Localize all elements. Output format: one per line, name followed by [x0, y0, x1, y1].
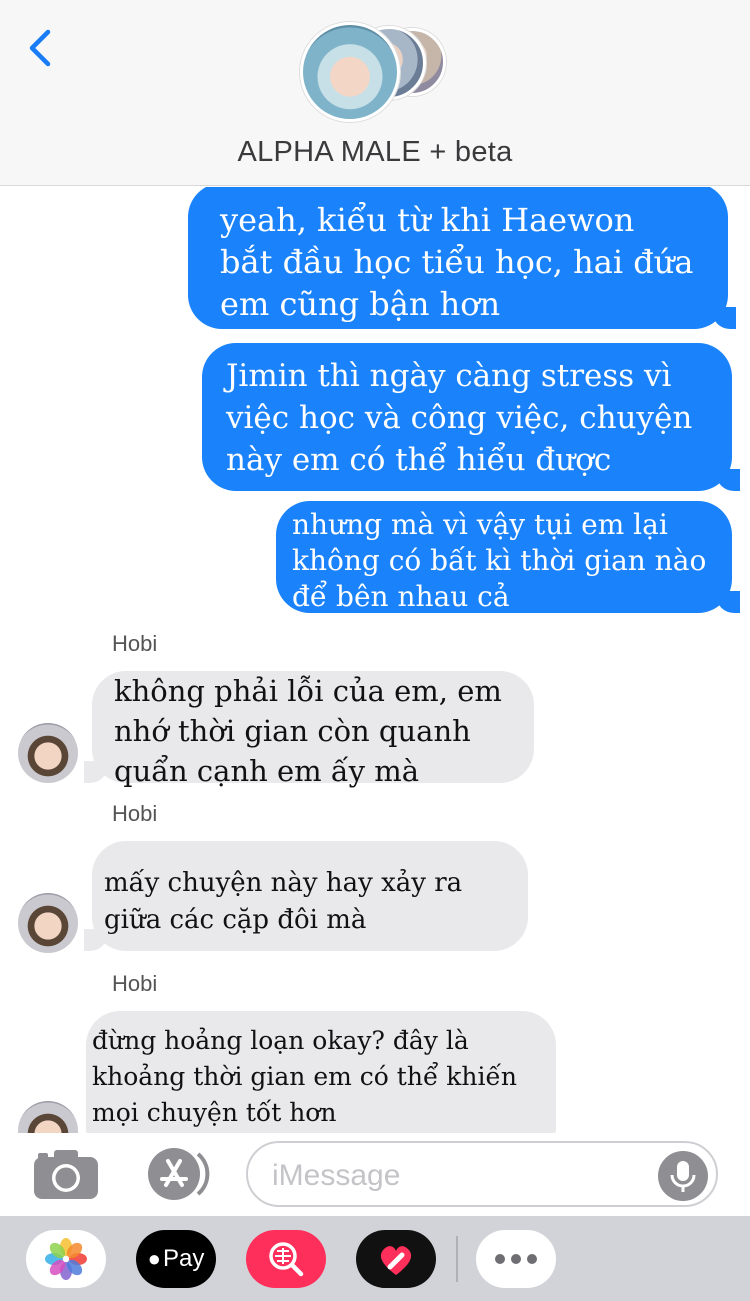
- drawer-divider: [456, 1236, 458, 1282]
- apple-logo-icon: ●: [147, 1246, 161, 1271]
- message-line: này em có thể hiểu được: [226, 442, 612, 478]
- avatar[interactable]: [18, 723, 78, 783]
- apple-pay-label: Pay: [162, 1245, 205, 1272]
- web-search-icon[interactable]: [246, 1230, 326, 1288]
- photos-icon[interactable]: [26, 1230, 106, 1288]
- message-input[interactable]: iMessage: [246, 1141, 718, 1207]
- more-icon[interactable]: [476, 1230, 556, 1288]
- microphone-icon[interactable]: [658, 1151, 708, 1201]
- message-line: mọi chuyện tốt hơn: [92, 1098, 337, 1127]
- outgoing-message[interactable]: yeah, kiểu từ khi Haewon bắt đầu học tiể…: [188, 187, 736, 329]
- message-line: Jimin thì ngày càng stress vì: [226, 358, 672, 394]
- incoming-message[interactable]: đừng hoảng loạn okay? đây là khoảng thời…: [86, 1011, 556, 1133]
- message-line: để bên nhau cả: [292, 580, 510, 613]
- message-line: đừng hoảng loạn okay? đây là: [92, 1026, 469, 1055]
- message-line: nhớ thời gian còn quanh: [114, 714, 471, 748]
- dot: [527, 1254, 537, 1264]
- outgoing-message[interactable]: nhưng mà vì vậy tụi em lại không có bất …: [276, 501, 740, 613]
- message-line: mấy chuyện này hay xảy ra: [104, 868, 463, 898]
- conversation-header: ALPHA MALE + beta: [0, 0, 750, 186]
- digital-touch-icon[interactable]: [356, 1230, 436, 1288]
- message-line: không có bất kì thời gian nào: [292, 544, 707, 577]
- message-line: không phải lỗi của em, em: [114, 674, 502, 708]
- message-list[interactable]: yeah, kiểu từ khi Haewon bắt đầu học tiể…: [0, 187, 750, 1133]
- message-line: giữa các cặp đôi mà: [104, 905, 367, 935]
- app-drawer: ● Pay: [0, 1216, 750, 1301]
- message-line: em cũng bận hơn: [220, 285, 501, 323]
- message-line: bắt đầu học tiểu học, hai đứa: [220, 243, 694, 281]
- outgoing-message[interactable]: Jimin thì ngày càng stress vì việc học v…: [202, 343, 740, 491]
- conversation-title[interactable]: ALPHA MALE + beta: [0, 136, 750, 169]
- message-line: việc học và công việc, chuyện: [226, 400, 693, 436]
- message-input-placeholder: iMessage: [272, 1159, 401, 1192]
- incoming-message[interactable]: không phải lỗi của em, em nhớ thời gian …: [84, 671, 534, 788]
- apple-pay-button[interactable]: ● Pay: [136, 1230, 216, 1288]
- message-line: khoảng thời gian em có thể khiến: [92, 1062, 517, 1091]
- sender-name: Hobi: [112, 971, 158, 996]
- group-avatar-stack[interactable]: [300, 22, 450, 122]
- message-line: nhưng mà vì vậy tụi em lại: [292, 508, 668, 541]
- message-line: yeah, kiểu từ khi Haewon: [220, 201, 635, 239]
- sender-name: Hobi: [112, 631, 158, 656]
- avatar[interactable]: [18, 893, 78, 953]
- chevron-left-icon[interactable]: [24, 28, 60, 68]
- avatar: [300, 22, 400, 122]
- dot: [511, 1254, 521, 1264]
- dot: [495, 1254, 505, 1264]
- app-store-icon[interactable]: [140, 1147, 210, 1201]
- incoming-message[interactable]: mấy chuyện này hay xảy ra giữa các cặp đ…: [84, 841, 528, 951]
- message-line: quẩn cạnh em ấy mà: [114, 754, 420, 788]
- avatar[interactable]: [18, 1101, 78, 1133]
- compose-bar: iMessage: [0, 1133, 750, 1216]
- camera-icon[interactable]: [32, 1147, 100, 1201]
- sender-name: Hobi: [112, 801, 158, 826]
